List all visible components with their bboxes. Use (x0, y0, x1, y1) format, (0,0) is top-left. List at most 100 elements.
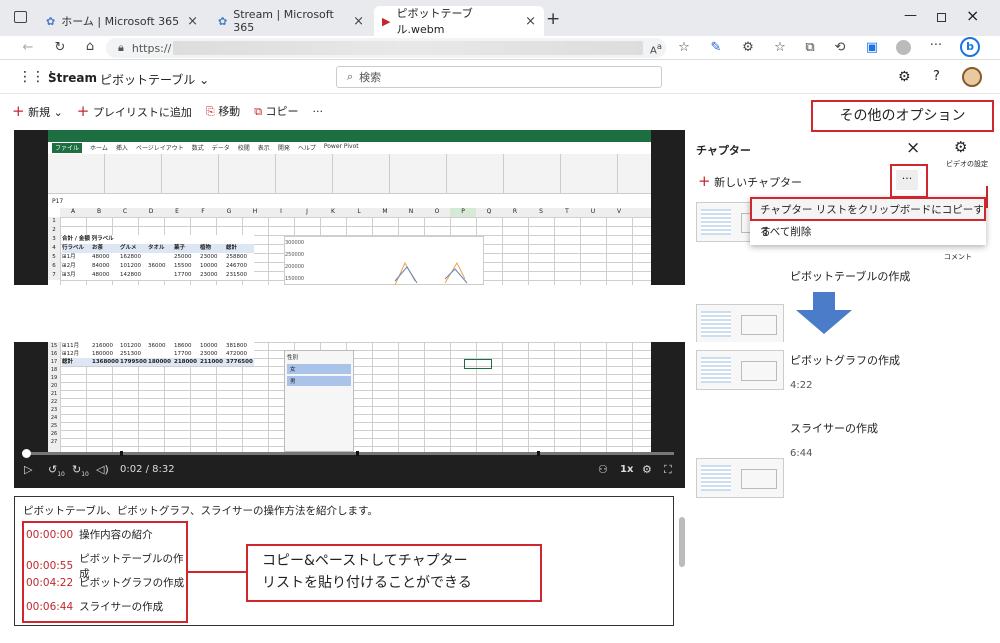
app-brand[interactable]: Stream (48, 71, 97, 85)
video-settings-icon[interactable]: ⚙ (954, 138, 967, 156)
row-number: 26 (50, 431, 58, 437)
row-numbers-bottom: 15 16 17 18 19 20 21 22 23 24 25 26 27 (48, 342, 60, 452)
move-icon: ⎘ (205, 105, 215, 118)
new-chapter-button[interactable]: + 新しいチャプター (698, 172, 802, 190)
puzzle-icon[interactable]: ⚙ (738, 40, 758, 55)
close-icon[interactable]: × (187, 14, 198, 29)
slicer-item: 女 (287, 364, 351, 374)
col-header: M (382, 208, 388, 215)
more-commands-button[interactable]: ··· (313, 105, 324, 118)
close-icon[interactable]: × (525, 14, 536, 29)
close-icon[interactable]: × (353, 14, 364, 29)
search-box[interactable]: ⌕ 検索 (336, 66, 662, 88)
video-settings-label[interactable]: ビデオの設定 (940, 160, 994, 169)
pivot-cell: 3776500 (226, 359, 253, 365)
profile-avatar[interactable] (896, 40, 911, 55)
tab-actions-icon[interactable] (14, 11, 27, 23)
new-tab-button[interactable]: + (546, 9, 560, 29)
pivot-cell: 10000 (200, 343, 218, 349)
chapter-timestamp[interactable]: 00:00:00 (26, 529, 73, 541)
copy-label: コピー (265, 105, 299, 118)
chapter-thumbnail[interactable] (696, 304, 784, 344)
new-button[interactable]: + 新規 ⌄ (12, 102, 63, 120)
stream-header: ⋮⋮⋮ Stream ピボットテーブル ⌄ ⌕ 検索 ⚙ ? (0, 62, 1000, 94)
favorite-add-icon[interactable]: ☆ (674, 40, 694, 55)
collections-icon[interactable]: ⧉ (800, 40, 820, 55)
add-playlist-button[interactable]: + プレイリストに追加 (77, 102, 192, 120)
down-arrow-icon (796, 292, 852, 334)
pivot-cell: タオル (148, 245, 165, 251)
copy-button[interactable]: ⧉ コピー (254, 103, 298, 119)
close-window-button[interactable]: × (966, 6, 979, 25)
bing-icon[interactable]: b (960, 37, 980, 57)
more-icon[interactable]: ··· (926, 38, 946, 53)
fullscreen-icon[interactable]: ⛶ (664, 463, 672, 477)
chapter-title[interactable]: ピボットテーブルの作成 (790, 268, 910, 284)
settings-icon[interactable]: ⚙ (642, 463, 652, 476)
video-frame-bottom[interactable]: 15 16 17 18 19 20 21 22 23 24 25 26 27 ⊞… (14, 342, 685, 488)
move-button[interactable]: ⎘ 移動 (206, 103, 240, 119)
row-number: 20 (50, 383, 58, 389)
user-avatar[interactable] (962, 67, 982, 87)
url-field[interactable]: 🔒︎ https:// (106, 38, 666, 58)
speed-button[interactable]: 1x (620, 464, 633, 475)
tab-stream[interactable]: ✿ Stream | Microsoft 365 × (210, 6, 372, 36)
chapter-timestamp[interactable]: 00:04:22 (26, 577, 73, 589)
back-icon[interactable]: ← (18, 40, 38, 55)
favorites-icon[interactable]: ☆ (770, 40, 790, 55)
ribbon-tab: 校閲 (237, 145, 250, 152)
tab-label: Stream | Microsoft 365 (233, 8, 334, 34)
new-chapter-label: 新しいチャプター (714, 176, 802, 189)
col-header: K (331, 208, 335, 215)
tab-home[interactable]: ✿ ホーム | Microsoft 365 × (38, 6, 206, 36)
close-panel-icon[interactable]: × (906, 138, 920, 158)
chapter-title[interactable]: スライサーの作成 (790, 420, 878, 436)
chapter-title[interactable]: ピボットグラフの作成 (790, 352, 900, 368)
settings-icon[interactable]: ⚙ (898, 69, 911, 85)
file-name-dropdown[interactable]: ピボットテーブル ⌄ (100, 71, 209, 88)
chapter-timestamp[interactable]: 00:00:55 (26, 560, 73, 572)
right-rail: ⚙ ビデオの設定 コメント (934, 130, 1000, 285)
col-header: U (590, 208, 596, 215)
chapter-thumbnail[interactable] (696, 458, 784, 498)
video-frame-top[interactable]: ファイル ホーム 挿入 ページレイアウト 数式 データ 校閲 表示 開発 ヘルプ… (14, 130, 685, 286)
col-header: F (201, 208, 205, 215)
col-header: B (96, 208, 102, 215)
feedback-icon[interactable]: ▣ (862, 40, 882, 55)
refresh-icon[interactable]: ↻ (50, 40, 70, 55)
skip-back-seconds: 10 (57, 471, 65, 479)
history-icon[interactable]: ⟲ (830, 40, 850, 55)
pivot-cell: 36000 (148, 263, 166, 269)
skip-forward-icon[interactable]: ↻10 (72, 463, 89, 478)
tab-video[interactable]: ▶ ピボットテーブル.webm × (374, 6, 544, 36)
description-chapter[interactable]: 00:06:44 スライサーの作成 (26, 599, 163, 614)
description-chapter[interactable]: 00:04:22 ピボットグラフの作成 (26, 575, 184, 590)
chart-lines (394, 261, 468, 286)
pivot-row: ⊞3月 48000 142800 17700 23000 231500 (62, 271, 254, 280)
captions-icon[interactable]: ⚇ (598, 463, 608, 476)
pivot-cell (148, 350, 174, 358)
maximize-button[interactable] (937, 13, 946, 22)
copy-icon: ⧉ (254, 105, 263, 118)
read-aloud-icon[interactable]: Aa (646, 41, 666, 56)
chapter-thumbnail[interactable] (696, 350, 784, 390)
chapter-timestamp[interactable]: 00:06:44 (26, 601, 73, 613)
row-number: 27 (50, 439, 58, 445)
progress-thumb[interactable] (22, 449, 31, 458)
pivot-cell: 23000 (200, 254, 218, 260)
volume-icon[interactable]: ◁) (96, 463, 109, 476)
pivot-row: ⊞12月 180000 251300 17700 23000 472000 (62, 350, 254, 358)
extension-icon[interactable]: ✎ (706, 40, 726, 55)
minimize-button[interactable]: — (904, 8, 917, 23)
play-icon[interactable]: ▷ (24, 463, 32, 476)
scrollbar[interactable] (679, 517, 685, 567)
home-icon[interactable]: ⌂ (80, 39, 100, 54)
pivot-cell: 1368000 (92, 359, 119, 365)
active-indicator (986, 186, 988, 208)
description-chapter[interactable]: 00:00:00 操作内容の紹介 (26, 527, 153, 542)
help-icon[interactable]: ? (933, 69, 940, 84)
pivot-cell: 15500 (174, 263, 192, 269)
row-number: 24 (50, 415, 58, 421)
comments-label[interactable]: コメント (944, 252, 972, 262)
skip-back-icon[interactable]: ↺10 (48, 463, 65, 478)
